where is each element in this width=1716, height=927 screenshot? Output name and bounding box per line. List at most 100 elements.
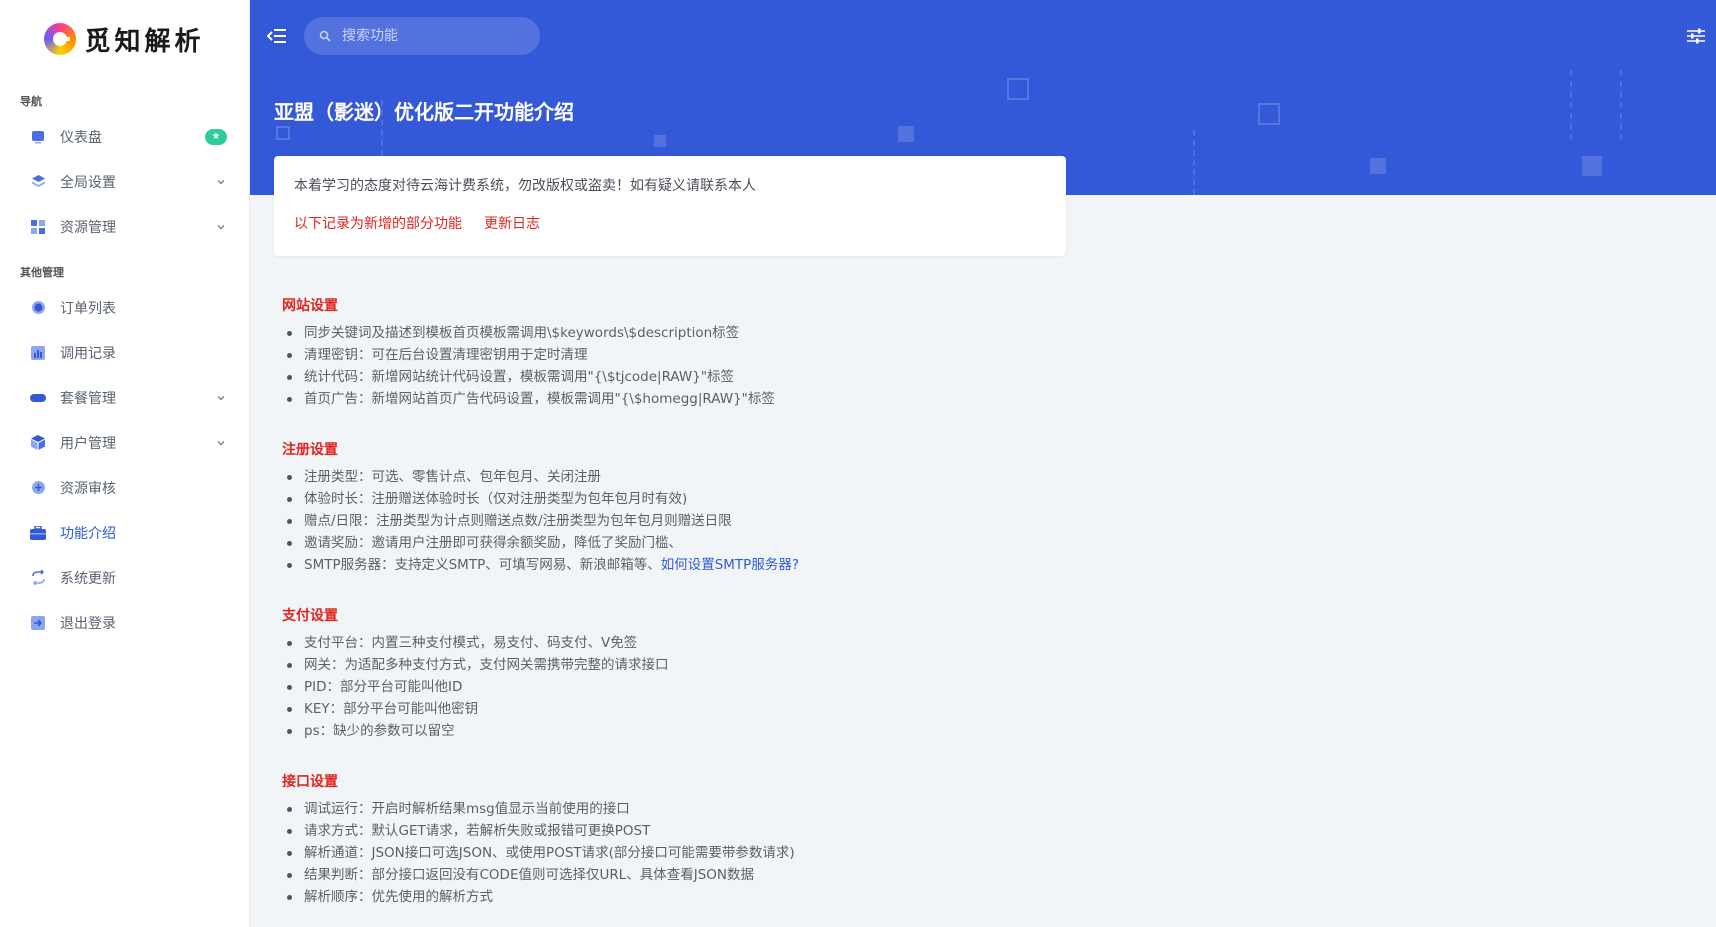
feature-list: 注册类型：可选、零售计点、包年包月、关闭注册 体验时长：注册赠送体验时长（仅对注… <box>282 466 1282 576</box>
brand-name: 觅知解析 <box>84 26 205 57</box>
list-item: 同步关键词及描述到模板首页模板需调用\$keywords\$descriptio… <box>284 322 1282 344</box>
decor-square <box>1258 103 1280 125</box>
settings-sliders-icon[interactable] <box>1684 24 1708 48</box>
list-item: SMTP服务器：支持定义SMTP、可填写网易、新浪邮箱等、如何设置SMTP服务器… <box>284 554 1282 576</box>
list-item: KEY：部分平台可能叫他密钥 <box>284 698 1282 720</box>
list-item: 赠点/日限：注册类型为计点则赠送点数/注册类型为包年包月则赠送日限 <box>284 510 1282 532</box>
decor-square <box>898 126 914 142</box>
decor-square <box>654 135 666 147</box>
list-item: 注册类型：可选、零售计点、包年包月、关闭注册 <box>284 466 1282 488</box>
bar-chart-icon <box>30 345 46 361</box>
feature-content: 网站设置 同步关键词及描述到模板首页模板需调用\$keywords\$descr… <box>282 296 1282 927</box>
chevron-down-icon <box>215 176 227 188</box>
logout-icon <box>30 615 46 631</box>
collapse-menu-icon[interactable] <box>266 25 288 47</box>
sidebar-item-label: 调用记录 <box>60 345 116 362</box>
chevron-down-icon <box>215 392 227 404</box>
circle-icon <box>30 300 46 316</box>
sidebar-item-label: 资源管理 <box>60 219 116 236</box>
topbar <box>250 0 1716 72</box>
chevron-down-icon <box>215 221 227 233</box>
nav-section-title: 其他管理 <box>20 266 64 279</box>
dashboard-icon <box>30 129 46 145</box>
plus-circle-icon <box>30 480 46 496</box>
section-title: 接口设置 <box>282 774 338 790</box>
section-register-settings: 注册设置 注册类型：可选、零售计点、包年包月、关闭注册 体验时长：注册赠送体验时… <box>282 440 1282 576</box>
decor-square <box>1007 78 1029 100</box>
list-item: PID：部分平台可能叫他ID <box>284 676 1282 698</box>
sidebar-item-system-update[interactable]: 系统更新 <box>0 555 249 600</box>
notice-text: 本着学习的态度对待云海计费系统，勿改版权或盗卖！如有疑义请联系本人 <box>294 178 756 194</box>
decor-line <box>1620 70 1622 140</box>
list-item: 统计代码：新增网站统计代码设置，模板需调用"{\$tjcode|RAW}"标签 <box>284 366 1282 388</box>
list-item: 首页广告：新增网站首页广告代码设置，模板需调用"{\$homegg|RAW}"标… <box>284 388 1282 410</box>
list-item: 调试运行：开启时解析结果msg值显示当前使用的接口 <box>284 798 1282 820</box>
search-input[interactable] <box>342 28 522 44</box>
list-item: 网关：为适配多种支付方式，支付网关需携带完整的请求接口 <box>284 654 1282 676</box>
list-item: 结果判断：部分接口返回没有CODE值则可选择仅URL、具体查看JSON数据 <box>284 864 1282 886</box>
feature-list: 同步关键词及描述到模板首页模板需调用\$keywords\$descriptio… <box>282 322 1282 410</box>
sidebar-item-packages[interactable]: 套餐管理 <box>0 375 249 420</box>
decor-line <box>1570 70 1572 140</box>
layers-icon <box>30 174 46 190</box>
nav-section-title: 导航 <box>20 95 42 108</box>
new-features-link[interactable]: 以下记录为新增的部分功能 <box>294 213 462 233</box>
sidebar-item-label: 套餐管理 <box>60 390 116 407</box>
search-box <box>304 17 540 55</box>
grid-icon <box>30 219 46 235</box>
sidebar-item-resource-review[interactable]: 资源审核 <box>0 465 249 510</box>
section-site-settings: 网站设置 同步关键词及描述到模板首页模板需调用\$keywords\$descr… <box>282 296 1282 410</box>
list-item: 解析通道：JSON接口可选JSON、或使用POST请求(部分接口可能需要带参数请… <box>284 842 1282 864</box>
section-title: 支付设置 <box>282 608 338 624</box>
decor-square <box>276 126 290 140</box>
decor-square <box>1582 156 1602 176</box>
sidebar: 觅知解析 导航 仪表盘 ★ 全局设置 资源管理 其他管理 订单列表 调用记录 套… <box>0 0 250 927</box>
cube-icon <box>30 435 46 451</box>
sidebar-item-call-records[interactable]: 调用记录 <box>0 330 249 375</box>
list-item: 清理密钥：可在后台设置清理密钥用于定时清理 <box>284 344 1282 366</box>
sidebar-item-label: 退出登录 <box>60 615 116 632</box>
brand[interactable]: 觅知解析 <box>0 0 249 78</box>
feature-list: 支付平台：内置三种支付模式，易支付、码支付、V免签 网关：为适配多种支付方式，支… <box>282 632 1282 742</box>
list-item: 支付平台：内置三种支付模式，易支付、码支付、V免签 <box>284 632 1282 654</box>
search-icon <box>318 29 332 43</box>
sidebar-item-resource-management[interactable]: 资源管理 <box>0 204 249 249</box>
pill-icon <box>30 390 46 406</box>
page-title: 亚盟（影迷）优化版二开功能介绍 <box>274 100 574 124</box>
notice-links: 以下记录为新增的部分功能 更新日志 <box>294 213 1046 233</box>
sidebar-item-label: 系统更新 <box>60 570 116 587</box>
section-title: 网站设置 <box>282 298 338 314</box>
sidebar-item-orders[interactable]: 订单列表 <box>0 285 249 330</box>
sidebar-item-label: 功能介绍 <box>60 525 116 542</box>
notice-card: 本着学习的态度对待云海计费系统，勿改版权或盗卖！如有疑义请联系本人 以下记录为新… <box>274 156 1066 256</box>
decor-square <box>1370 158 1386 174</box>
sidebar-item-label: 用户管理 <box>60 435 116 452</box>
brand-logo-icon <box>44 23 77 55</box>
sidebar-item-label: 订单列表 <box>60 300 116 317</box>
sidebar-item-logout[interactable]: 退出登录 <box>0 600 249 645</box>
decor-line <box>1193 130 1195 195</box>
list-item: ps：缺少的参数可以留空 <box>284 720 1282 742</box>
sidebar-item-label: 仪表盘 <box>60 129 102 146</box>
list-item: 体验时长：注册赠送体验时长（仅对注册类型为包年包月时有效) <box>284 488 1282 510</box>
smtp-help-link[interactable]: 如何设置SMTP服务器? <box>661 557 799 573</box>
chevron-down-icon <box>215 437 227 449</box>
sidebar-item-users[interactable]: 用户管理 <box>0 420 249 465</box>
sidebar-item-label: 资源审核 <box>60 480 116 497</box>
briefcase-icon <box>30 525 46 541</box>
feature-list: 调试运行：开启时解析结果msg值显示当前使用的接口 请求方式：默认GET请求，若… <box>282 798 1282 908</box>
sidebar-item-feature-intro[interactable]: 功能介绍 <box>0 510 249 555</box>
section-api-settings: 接口设置 调试运行：开启时解析结果msg值显示当前使用的接口 请求方式：默认GE… <box>282 772 1282 908</box>
sidebar-item-global-settings[interactable]: 全局设置 <box>0 159 249 204</box>
sidebar-item-dashboard[interactable]: 仪表盘 ★ <box>0 114 249 159</box>
list-item: 请求方式：默认GET请求，若解析失败或报错可更换POST <box>284 820 1282 842</box>
section-payment-settings: 支付设置 支付平台：内置三种支付模式，易支付、码支付、V免签 网关：为适配多种支… <box>282 606 1282 742</box>
list-item: 解析顺序：优先使用的解析方式 <box>284 886 1282 908</box>
sidebar-item-label: 全局设置 <box>60 174 116 191</box>
list-item: 邀请奖励：邀请用户注册即可获得余额奖励，降低了奖励门槛、 <box>284 532 1282 554</box>
section-title: 注册设置 <box>282 442 338 458</box>
star-badge: ★ <box>205 128 227 145</box>
list-item-text: SMTP服务器：支持定义SMTP、可填写网易、新浪邮箱等、 <box>304 557 661 573</box>
changelog-link[interactable]: 更新日志 <box>484 213 540 233</box>
refresh-icon <box>30 570 46 586</box>
